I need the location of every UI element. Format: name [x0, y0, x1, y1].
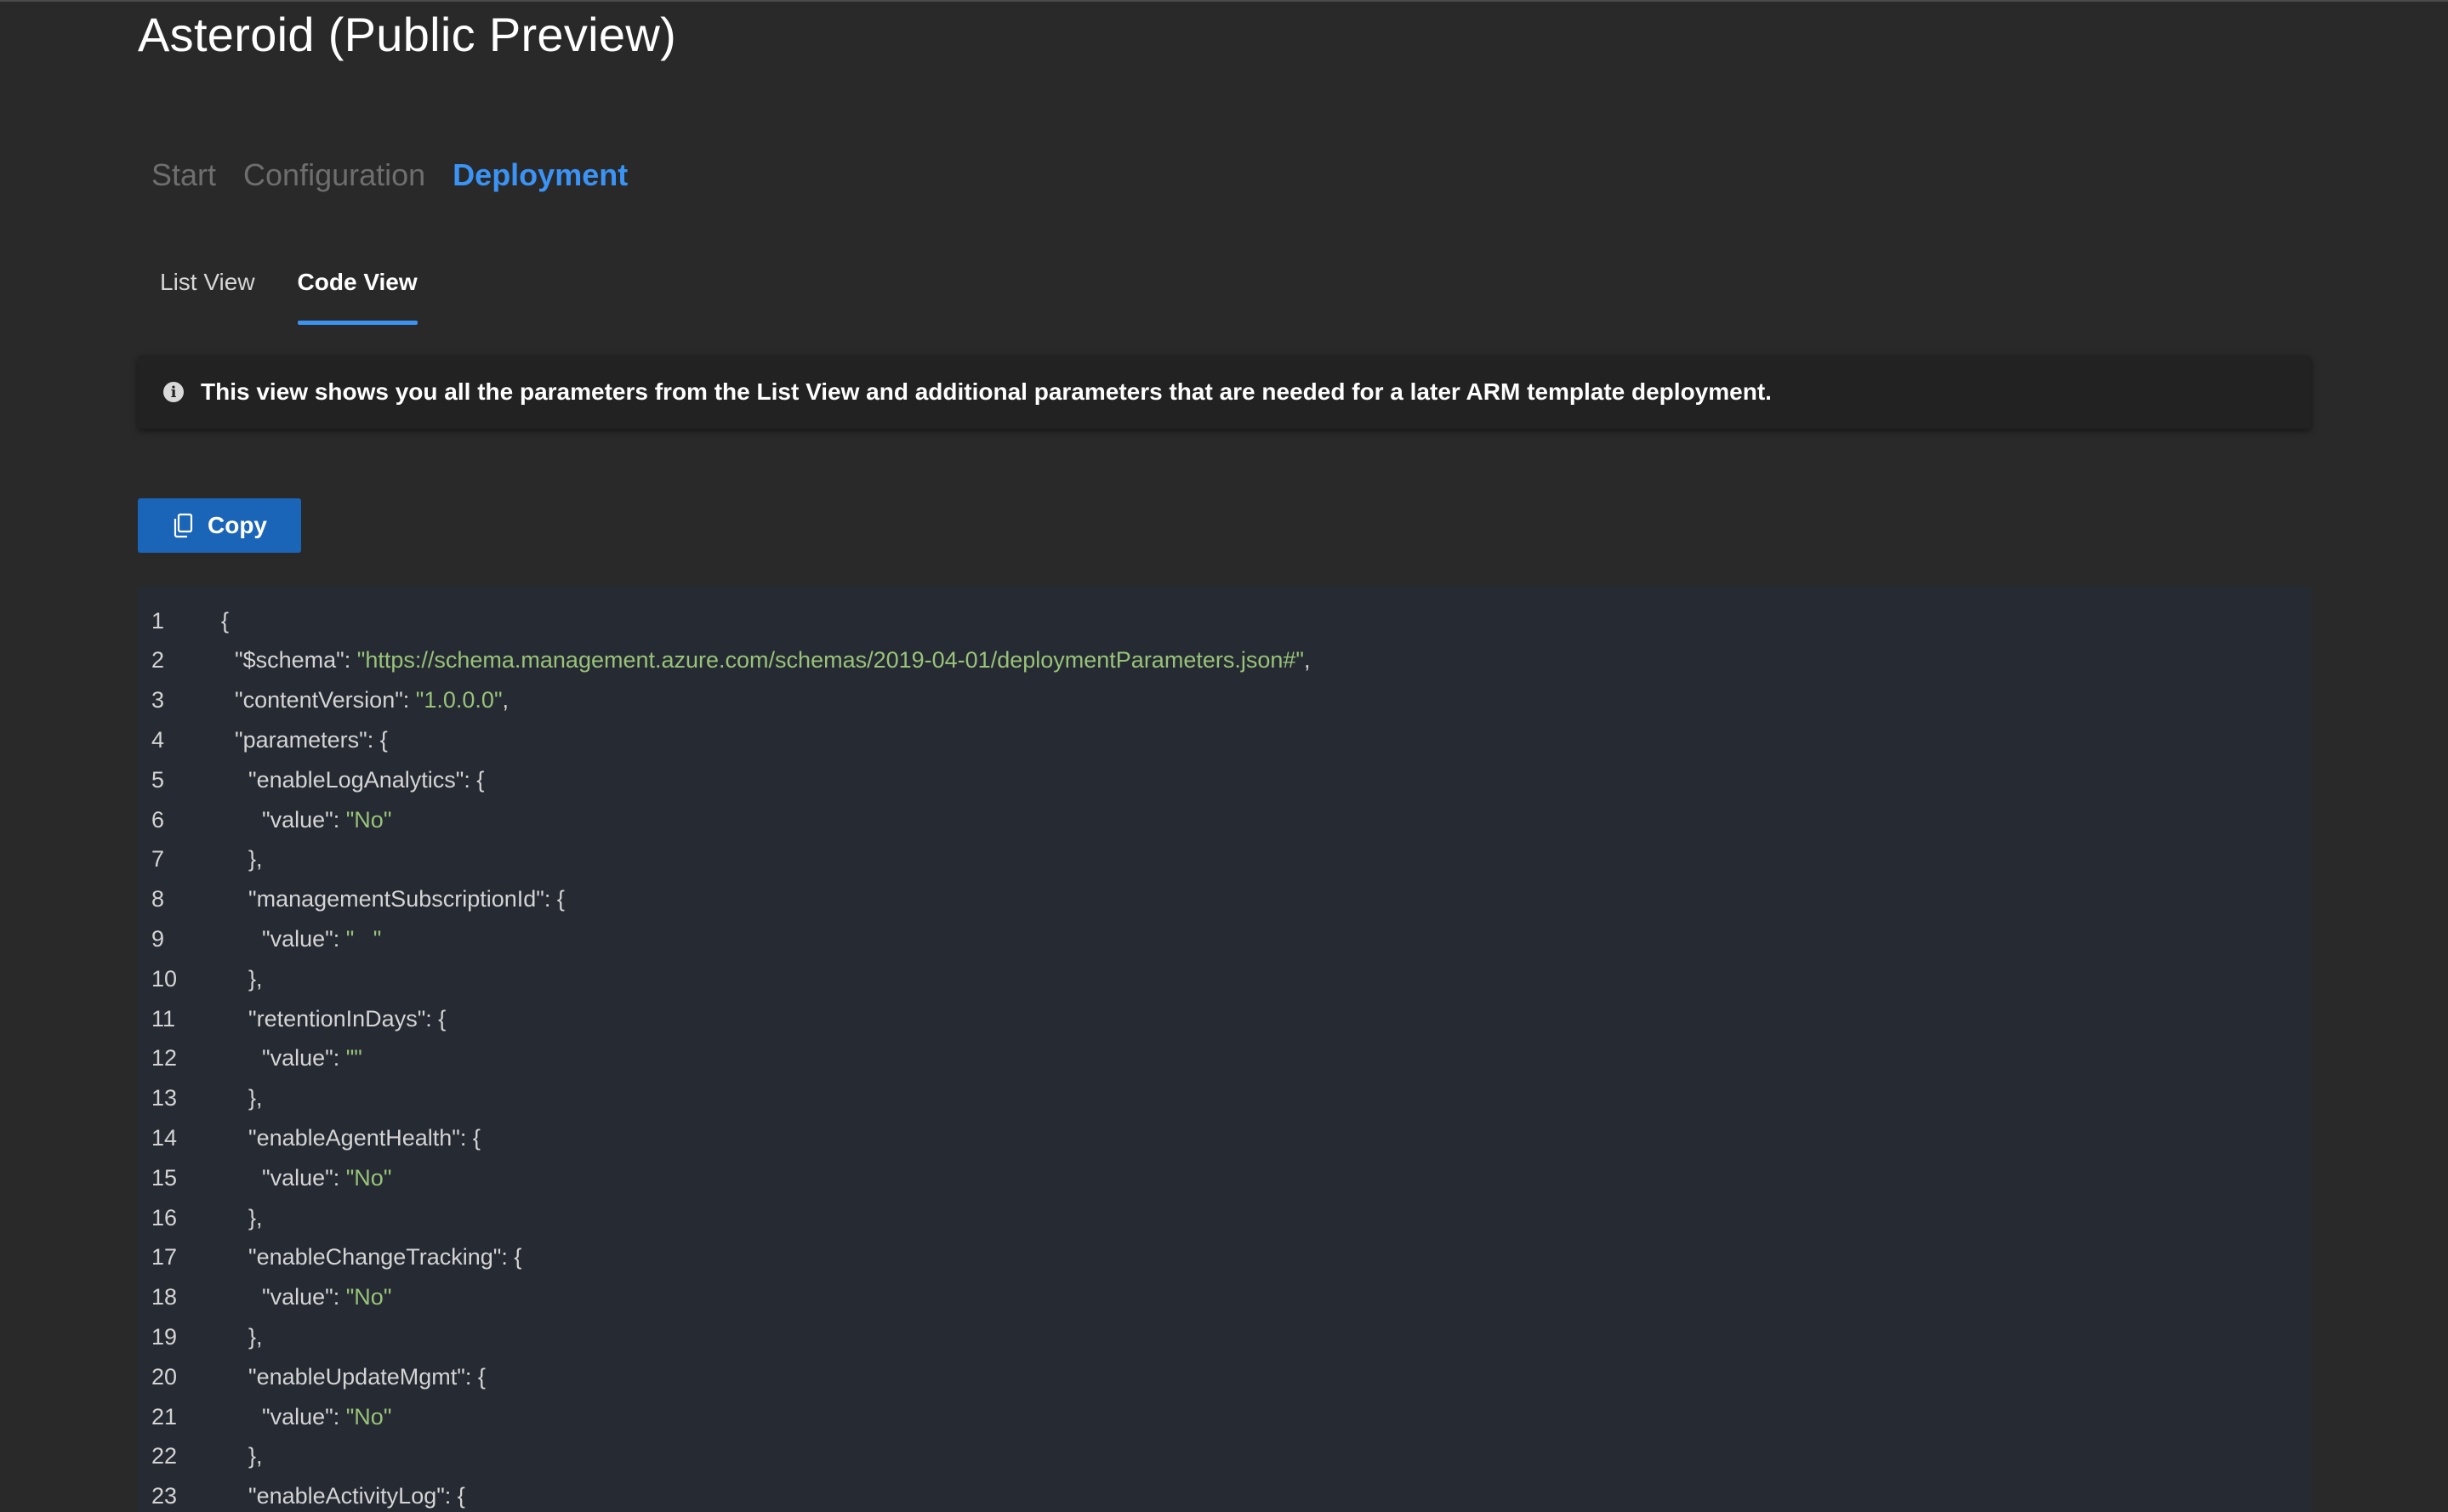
code-token: }, [248, 1443, 263, 1469]
code-string: " " [345, 925, 382, 952]
code-token: "value": [262, 1164, 346, 1191]
code-text: "enableUpdateMgmt": { [248, 1364, 486, 1390]
wizard-steps: Start Configuration Deployment [151, 151, 628, 199]
line-number: 23 [151, 1483, 178, 1509]
line-number: 3 [151, 687, 165, 713]
code-token: , [1303, 647, 1311, 674]
code-string: "https://schema.management.azure.com/sch… [356, 647, 1304, 674]
tab-list-view[interactable]: List View [160, 264, 255, 320]
line-number: 18 [151, 1284, 178, 1310]
line-number: 17 [151, 1244, 178, 1270]
code-text: "enableLogAnalytics": { [248, 767, 484, 793]
code-text: "value": " " [262, 926, 381, 952]
line-number: 16 [151, 1204, 178, 1231]
code-token: "contentVersion": [235, 687, 416, 713]
code-text: "parameters": { [235, 727, 388, 753]
line-number: 2 [151, 647, 165, 674]
code-text: "contentVersion": "1.0.0.0", [235, 687, 509, 713]
line-number: 5 [151, 766, 165, 793]
code-text: "enableChangeTracking": { [248, 1244, 521, 1270]
line-number: 21 [151, 1403, 178, 1430]
line-number: 4 [151, 726, 165, 753]
code-text: "retentionInDays": { [248, 1006, 446, 1032]
line-number: 15 [151, 1164, 178, 1191]
code-string: "No" [345, 1403, 392, 1430]
code-token: "enableLogAnalytics": { [248, 766, 485, 793]
step-deployment[interactable]: Deployment [453, 157, 628, 193]
code-text: "enableAgentHealth": { [248, 1125, 481, 1151]
code-text: }, [248, 846, 263, 873]
code-text: "$schema": "https://schema.management.az… [235, 647, 1311, 674]
code-token: "value": [262, 925, 346, 952]
code-token: "value": [262, 1045, 346, 1071]
code-string: "1.0.0.0" [415, 687, 503, 713]
code-token: "enableActivityLog": { [248, 1483, 465, 1509]
code-text: "value": "No" [262, 1284, 391, 1310]
code-token: "enableChangeTracking": { [248, 1244, 522, 1270]
code-text: "value": "No" [262, 807, 391, 833]
info-banner: i This view shows you all the parameters… [138, 355, 2311, 429]
info-icon: i [163, 382, 184, 402]
code-token: }, [248, 1204, 263, 1231]
line-number: 14 [151, 1124, 178, 1151]
code-editor[interactable]: 1 {2 "$schema": "https://schema.management… [138, 587, 2311, 1512]
line-number: 7 [151, 846, 165, 873]
line-number: 9 [151, 925, 165, 952]
code-token: , [502, 687, 510, 713]
line-number: 22 [151, 1443, 178, 1469]
tab-code-view[interactable]: Code View [297, 264, 418, 325]
code-token: { [221, 607, 230, 634]
code-text: "enableActivityLog": { [248, 1483, 465, 1509]
line-number: 19 [151, 1323, 178, 1350]
code-text: "value": "No" [262, 1404, 391, 1430]
code-token: }, [248, 965, 263, 992]
code-token: "retentionInDays": { [248, 1005, 447, 1032]
line-number: 1 [151, 607, 165, 634]
code-text: }, [248, 1085, 263, 1111]
code-text: }, [248, 1324, 263, 1350]
code-text: { [221, 608, 229, 634]
code-string: "" [345, 1045, 362, 1071]
line-number: 11 [151, 1005, 176, 1032]
code-token: }, [248, 1085, 263, 1111]
code-string: "No" [345, 1284, 392, 1310]
code-token: "enableUpdateMgmt": { [248, 1363, 486, 1390]
line-number: 13 [151, 1085, 178, 1111]
line-number: 6 [151, 806, 165, 833]
code-token: }, [248, 846, 263, 873]
copy-icon [172, 513, 194, 538]
code-token: "value": [262, 1284, 346, 1310]
line-number: 10 [151, 965, 178, 992]
code-token: "value": [262, 1403, 346, 1430]
copy-button[interactable]: Copy [138, 498, 301, 553]
code-text: "value": "" [262, 1045, 362, 1071]
code-string: "No" [345, 1164, 392, 1191]
line-number: 8 [151, 886, 165, 912]
page-title: Asteroid (Public Preview) [138, 8, 677, 61]
code-text: "managementSubscriptionId": { [248, 886, 565, 912]
info-banner-text: This view shows you all the parameters f… [201, 378, 1772, 405]
code-string: "No" [345, 806, 392, 833]
code-token: "enableAgentHealth": { [248, 1124, 481, 1151]
top-divider [0, 0, 2448, 2]
code-text: }, [248, 1205, 263, 1231]
code-token: }, [248, 1323, 263, 1350]
code-text: "value": "No" [262, 1165, 391, 1191]
code-token: "managementSubscriptionId": { [248, 886, 565, 912]
code-token: "value": [262, 806, 346, 833]
code-text: }, [248, 1443, 263, 1469]
step-start[interactable]: Start [151, 157, 216, 193]
line-number: 12 [151, 1045, 178, 1071]
step-configuration[interactable]: Configuration [243, 157, 425, 193]
code-token: "parameters": { [235, 726, 388, 753]
copy-button-label: Copy [208, 512, 267, 538]
view-tabs: List View Code View [160, 264, 418, 325]
line-number: 20 [151, 1363, 178, 1390]
code-token: "$schema": [235, 647, 357, 674]
code-text: }, [248, 966, 263, 992]
